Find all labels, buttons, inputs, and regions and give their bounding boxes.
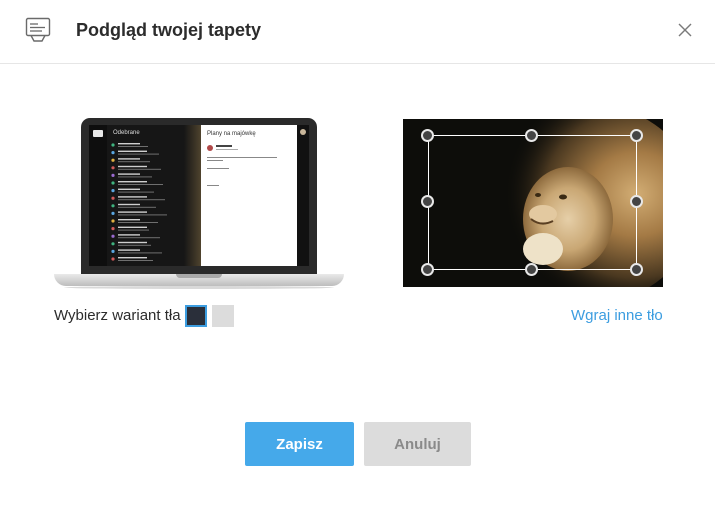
preview-mail-subline — [118, 184, 163, 185]
preview-mail-line — [118, 234, 140, 236]
crop-handle-top-right[interactable] — [630, 129, 643, 142]
preview-reading-pane: Plany na majówkę — [201, 125, 297, 266]
preview-mail-line — [118, 203, 140, 206]
preview-right-rail — [297, 125, 309, 266]
preview-mail-subline — [118, 214, 167, 216]
preview-mail-line — [118, 158, 140, 160]
preview-mail-line — [118, 219, 140, 221]
crop-handle-middle-left[interactable] — [421, 195, 434, 208]
crop-handle-top-center[interactable] — [525, 129, 538, 142]
preview-mail-line — [118, 143, 140, 145]
preview-mail-subline — [118, 176, 152, 178]
upload-other-wallpaper-link[interactable]: Wgraj inne tło — [571, 307, 663, 324]
preview-mail-subline — [118, 199, 165, 201]
preview-mail-subline — [118, 153, 159, 155]
preview-mail-subline — [118, 237, 160, 239]
preview-mail-subline — [118, 252, 162, 254]
preview-mail-line — [118, 188, 140, 190]
wallpaper-icon — [25, 17, 51, 42]
preview-mail-dot — [111, 143, 115, 147]
crop-handle-bottom-center[interactable] — [525, 263, 538, 276]
preview-mail-subline — [118, 244, 151, 246]
variant-light-swatch[interactable] — [212, 305, 234, 327]
preview-mail-subline — [118, 191, 154, 193]
preview-message-title: Plany na majówkę — [207, 131, 256, 137]
preview-mail-line — [118, 226, 147, 228]
preview-mail-subline — [118, 229, 149, 231]
laptop-screen: Odebrane Plany na majówkę — [89, 125, 309, 266]
preview-folder-title: Odebrane — [113, 130, 140, 136]
preview-mail-dot — [111, 181, 115, 185]
preview-mail-dot — [111, 234, 115, 238]
close-icon[interactable] — [676, 21, 694, 39]
preview-mail-dot — [111, 158, 115, 162]
crop-handle-bottom-right[interactable] — [630, 263, 643, 276]
dialog-header: Podgląd twojej tapety — [0, 0, 715, 64]
preview-mail-line — [118, 249, 140, 251]
variant-label: Wybierz wariant tła — [54, 307, 181, 324]
crop-handle-middle-right[interactable] — [630, 195, 643, 208]
preview-mail-dot — [111, 257, 115, 261]
preview-mail-line — [118, 211, 147, 213]
preview-nav — [89, 125, 107, 266]
preview-mail-dot — [111, 173, 115, 177]
preview-mail-line — [118, 150, 147, 152]
preview-mail-subline — [118, 206, 156, 208]
preview-mail-line — [118, 241, 147, 244]
preview-mail-subline — [118, 168, 161, 170]
preview-mail-dot — [111, 151, 115, 155]
preview-mail-dot — [111, 204, 115, 208]
preview-mail-list: Odebrane — [107, 125, 189, 266]
variant-dark-swatch[interactable] — [185, 305, 207, 327]
preview-mail-subline — [118, 260, 153, 261]
preview-mail-rows — [111, 143, 167, 261]
preview-mail-dot — [111, 189, 115, 193]
preview-mail-dot — [111, 211, 115, 215]
preview-mail-subline — [118, 146, 148, 147]
crop-handle-top-left[interactable] — [421, 129, 434, 142]
preview-mail-dot — [111, 242, 115, 246]
save-button[interactable]: Zapisz — [245, 422, 354, 466]
preview-mail-subline — [118, 222, 158, 223]
preview-mail-dot — [111, 227, 115, 231]
preview-mail-line — [118, 257, 147, 259]
preview-mail-dot — [111, 166, 115, 170]
preview-mail-dot — [111, 249, 115, 253]
laptop-preview: Odebrane Plany na majówkę — [54, 118, 344, 290]
laptop-shadow — [64, 286, 334, 289]
crop-frame[interactable] — [428, 135, 637, 270]
preview-mail-line — [118, 165, 147, 168]
crop-handle-bottom-left[interactable] — [421, 263, 434, 276]
preview-mail-dot — [111, 196, 115, 200]
preview-mail-line — [118, 173, 140, 175]
preview-mail-dot — [111, 219, 115, 223]
cancel-button[interactable]: Anuluj — [364, 422, 471, 466]
dialog-title: Podgląd twojej tapety — [76, 20, 262, 40]
preview-mail-line — [118, 196, 147, 198]
laptop-notch — [176, 274, 222, 278]
preview-mail-subline — [118, 161, 150, 163]
laptop-lid: Odebrane Plany na majówkę — [81, 118, 317, 278]
preview-mail-line — [118, 181, 147, 183]
